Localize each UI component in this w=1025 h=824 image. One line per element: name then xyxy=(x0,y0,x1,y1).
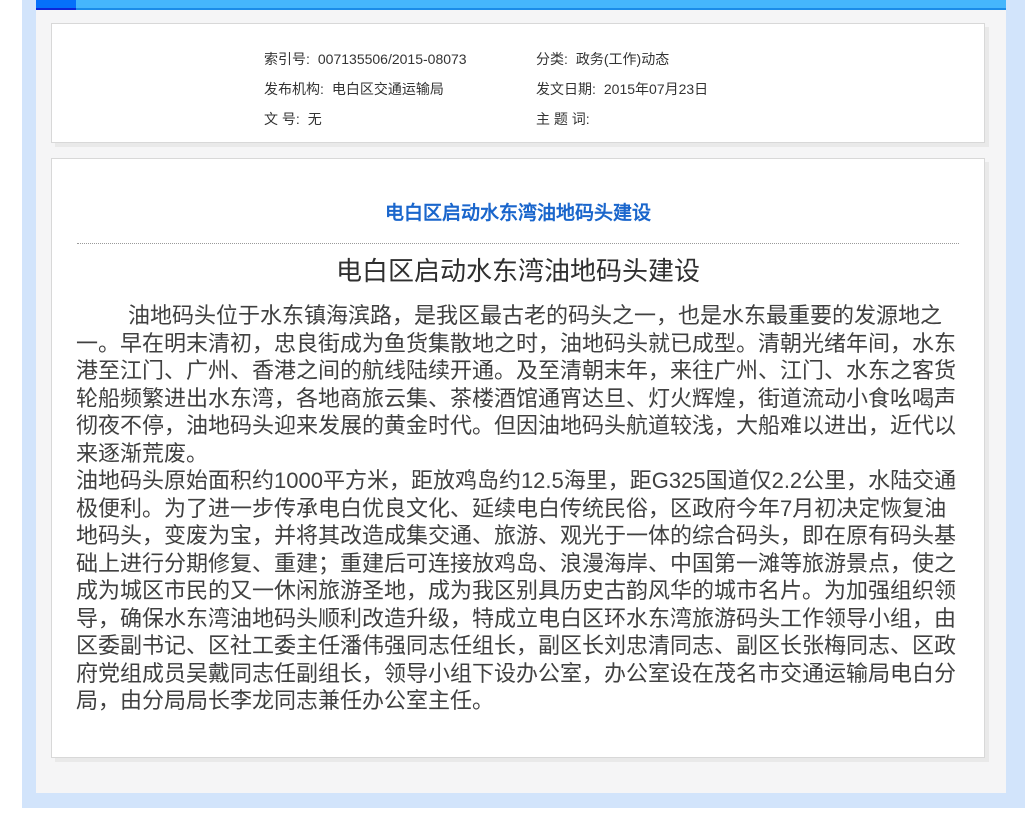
meta-field-issue-date: 发文日期: 2015年07月23日 xyxy=(536,80,984,98)
meta-label-document-number: 文 号: xyxy=(264,111,300,127)
left-frame-strip xyxy=(22,0,36,793)
meta-value-issue-date: 2015年07月23日 xyxy=(604,81,708,97)
right-frame-strip xyxy=(1006,0,1025,793)
article-title-link[interactable]: 电白区启动水东湾油地码头建设 xyxy=(76,203,960,225)
meta-field-category: 分类: 政务(工作)动态 xyxy=(536,50,984,68)
meta-value-category: 政务(工作)动态 xyxy=(576,51,669,67)
meta-value-document-number: 无 xyxy=(308,111,322,127)
article-paragraph-1: 油地码头位于水东镇海滨路，是我区最古老的码头之一，也是水东最重要的发源地之一。早… xyxy=(76,302,960,467)
article-title: 电白区启动水东湾油地码头建设 xyxy=(76,254,960,288)
meta-field-issuing-agency: 发布机构: 电白区交通运输局 xyxy=(264,80,536,98)
meta-label-issue-date: 发文日期: xyxy=(536,81,596,97)
metadata-grid: 索引号: 007135506/2015-08073 分类: 政务(工作)动态 发布机… xyxy=(52,24,984,128)
document-metadata-panel: 索引号: 007135506/2015-08073 分类: 政务(工作)动态 发布机… xyxy=(51,23,985,143)
meta-field-subject-terms: 主 题 词: xyxy=(536,110,984,128)
meta-label-category: 分类: xyxy=(536,51,568,67)
article-panel: 电白区启动水东湾油地码头建设 电白区启动水东湾油地码头建设 油地码头位于水东镇海… xyxy=(51,158,985,758)
main-area: 索引号: 007135506/2015-08073 分类: 政务(工作)动态 发布机… xyxy=(36,0,1006,793)
bottom-frame-strip xyxy=(22,793,1025,808)
meta-label-index-number: 索引号: xyxy=(264,51,310,67)
dotted-divider xyxy=(77,243,959,244)
top-nav-active-segment[interactable] xyxy=(36,0,76,10)
meta-value-index-number: 007135506/2015-08073 xyxy=(318,51,467,67)
meta-field-document-number: 文 号: 无 xyxy=(264,110,536,128)
meta-label-issuing-agency: 发布机构: xyxy=(264,81,324,97)
top-nav-bar xyxy=(36,0,1006,10)
meta-field-index-number: 索引号: 007135506/2015-08073 xyxy=(264,50,536,68)
meta-label-subject-terms: 主 题 词: xyxy=(536,111,590,127)
article-paragraph-2: 油地码头原始面积约1000平方米，距放鸡岛约12.5海里，距G325国道仅2.2… xyxy=(76,467,960,715)
meta-value-issuing-agency: 电白区交通运输局 xyxy=(332,81,444,97)
